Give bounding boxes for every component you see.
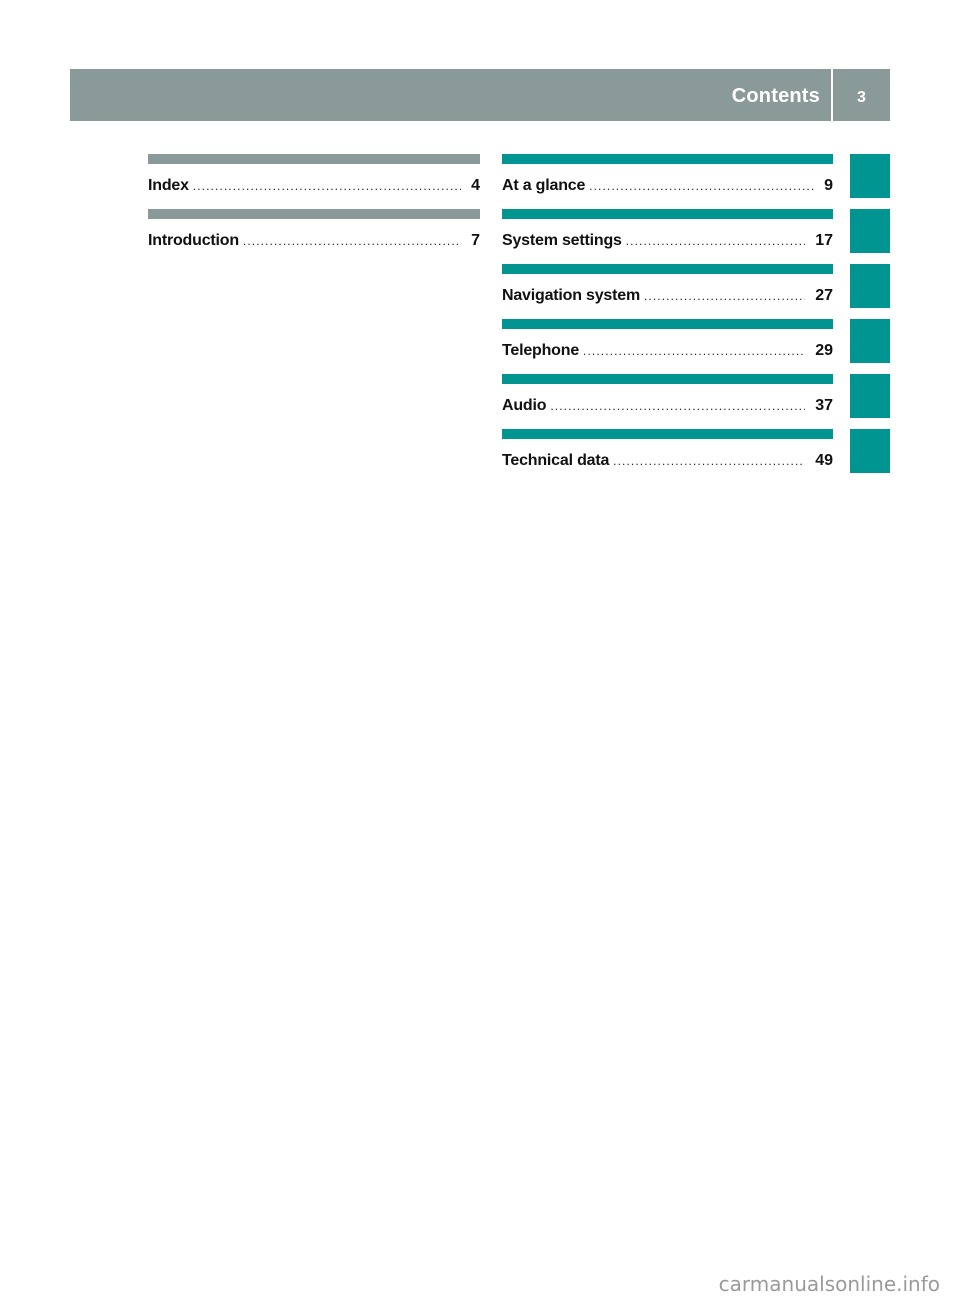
toc-label[interactable]: Audio (502, 397, 550, 415)
section-bar (502, 264, 833, 274)
section-bar (502, 154, 833, 164)
side-tab-technical-data[interactable] (850, 429, 890, 473)
toc-entry-system-settings[interactable]: System settings 17 (502, 209, 833, 264)
toc-page[interactable]: 49 (805, 452, 833, 470)
chapter-side-tabs (850, 154, 890, 484)
toc-page[interactable]: 29 (805, 342, 833, 360)
toc-label[interactable]: At a glance (502, 177, 589, 195)
toc-page[interactable]: 17 (805, 232, 833, 250)
side-tab-navigation-system[interactable] (850, 264, 890, 308)
section-bar (502, 429, 833, 439)
toc-entry-introduction[interactable]: Introduction 7 (148, 209, 480, 264)
toc-right-column: At a glance 9 System settings 17 Navigat… (502, 154, 833, 484)
dot-leader (583, 344, 805, 358)
dot-leader (613, 454, 805, 468)
toc-label[interactable]: Telephone (502, 342, 583, 360)
toc-label[interactable]: Technical data (502, 452, 613, 470)
toc-page[interactable]: 27 (805, 287, 833, 305)
toc-page[interactable]: 4 (461, 177, 480, 195)
toc-label[interactable]: System settings (502, 232, 626, 250)
toc-page[interactable]: 7 (461, 232, 480, 250)
toc-label[interactable]: Introduction (148, 232, 243, 250)
dot-leader (626, 234, 805, 248)
toc-entry-navigation-system[interactable]: Navigation system 27 (502, 264, 833, 319)
header-title: Contents (731, 85, 820, 107)
toc-entry-technical-data[interactable]: Technical data 49 (502, 429, 833, 484)
side-tab-at-a-glance[interactable] (850, 154, 890, 198)
toc-page[interactable]: 9 (814, 177, 833, 195)
side-tab-audio[interactable] (850, 374, 890, 418)
section-bar (148, 154, 480, 164)
section-bar (148, 209, 480, 219)
dot-leader (644, 289, 805, 303)
toc-label[interactable]: Index (148, 177, 193, 195)
dot-leader (589, 179, 814, 193)
toc-entry-index[interactable]: Index 4 (148, 154, 480, 209)
toc-label[interactable]: Navigation system (502, 287, 644, 305)
watermark: carmanualsonline.info (718, 1272, 940, 1296)
side-tab-telephone[interactable] (850, 319, 890, 363)
side-tab-system-settings[interactable] (850, 209, 890, 253)
dot-leader (193, 179, 461, 193)
section-bar (502, 209, 833, 219)
toc-page[interactable]: 37 (805, 397, 833, 415)
dot-leader (550, 399, 805, 413)
toc-entry-at-a-glance[interactable]: At a glance 9 (502, 154, 833, 209)
section-bar (502, 319, 833, 329)
toc-left-column: Index 4 Introduction 7 (148, 154, 480, 264)
page-header: Contents 3 (70, 69, 890, 121)
toc-entry-telephone[interactable]: Telephone 29 (502, 319, 833, 374)
page-number: 3 (857, 89, 866, 106)
dot-leader (243, 234, 461, 248)
section-bar (502, 374, 833, 384)
toc-entry-audio[interactable]: Audio 37 (502, 374, 833, 429)
